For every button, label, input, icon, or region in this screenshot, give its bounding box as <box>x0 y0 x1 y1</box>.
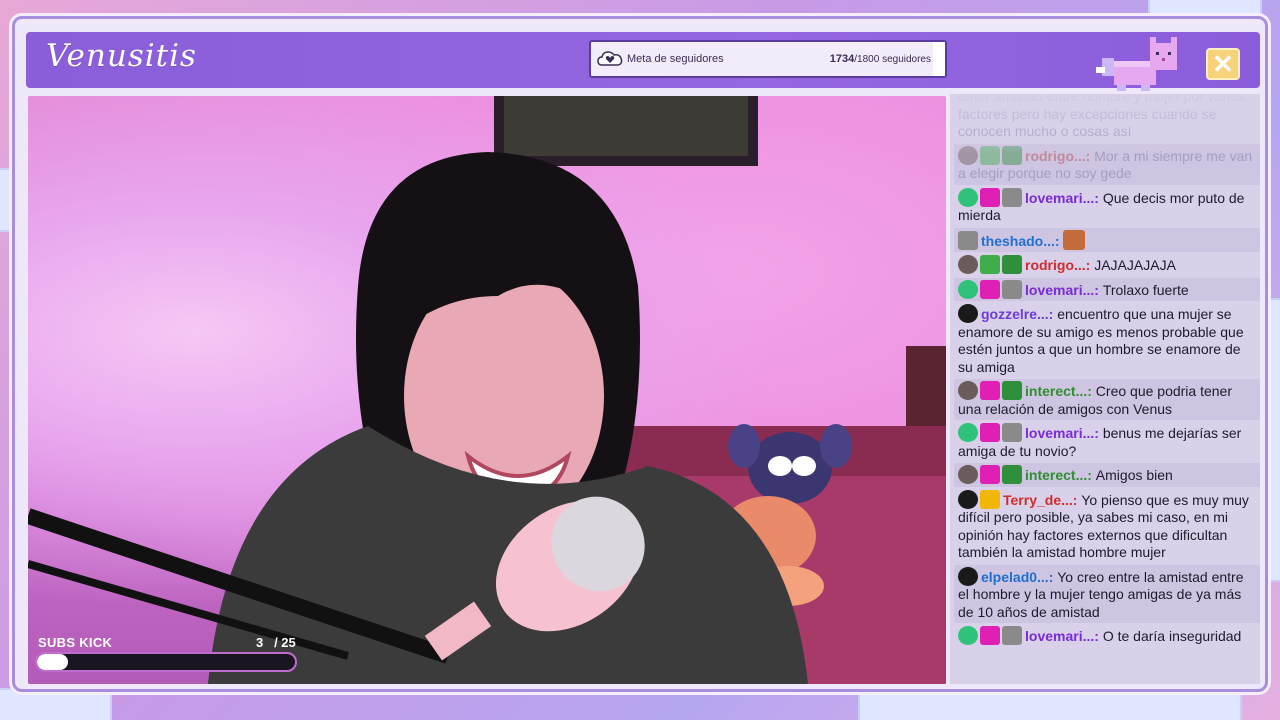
follower-goal-target: /1800 seguidores <box>854 54 931 65</box>
chat-username[interactable]: lovemari...: <box>1025 425 1103 441</box>
person-icon <box>958 187 978 207</box>
chat-badges <box>958 489 1000 509</box>
subs-kick-progress-bar <box>35 652 297 672</box>
chat-username[interactable]: rodrigo...: <box>1025 257 1094 273</box>
chat-username[interactable]: interect...: <box>1025 467 1096 483</box>
chat-username[interactable]: lovemari...: <box>1025 190 1103 206</box>
avatar-icon <box>958 465 978 484</box>
chat-badges <box>958 465 1022 484</box>
follower-goal-label: Meta de seguidores <box>627 53 724 65</box>
raccoon-icon <box>1002 187 1022 207</box>
person-icon <box>958 279 978 299</box>
raccoon-icon <box>1002 279 1022 299</box>
person-dark-icon <box>958 489 978 509</box>
heart-icon <box>980 381 1000 400</box>
chat-username[interactable]: elpelad0...: <box>981 569 1057 585</box>
chat-text: Amigos bien <box>1095 467 1173 483</box>
follower-goal-current: 1734 <box>829 53 855 65</box>
chat-text: tener amistad entre hombre y mujer por v… <box>958 94 1246 139</box>
chat-message: tener amistad entre hombre y mujer por v… <box>954 94 1260 143</box>
emote-icon <box>1063 229 1086 250</box>
chat-badges <box>958 423 1022 442</box>
chat-badges <box>958 304 978 323</box>
webcam-scene <box>28 96 946 684</box>
chat-username[interactable]: lovemari...: <box>1025 628 1103 644</box>
raccoon-icon <box>1002 423 1022 442</box>
chat-message: lovemari...: Trolaxo fuerte <box>954 277 1260 301</box>
follower-goal-remaining-bar <box>933 42 945 76</box>
sword-icon <box>980 255 1000 274</box>
chat-username[interactable]: theshado...: <box>981 233 1063 249</box>
avatar-icon <box>958 255 978 274</box>
chat-badges <box>958 566 978 586</box>
heart-icon <box>980 279 1000 299</box>
pixel-cloud-decoration <box>0 690 110 720</box>
chat-badges <box>958 230 978 250</box>
heart-icon <box>980 465 1000 484</box>
x-icon <box>1002 255 1022 274</box>
pixel-cloud-decoration <box>1268 300 1280 580</box>
chat-message: rodrigo...: JAJAJAJAJA <box>954 253 1260 277</box>
chat-panel: tener amistad entre hombre y mujer por v… <box>950 94 1260 684</box>
pixel-cat-icon <box>1096 37 1177 91</box>
chat-message: theshado...: <box>954 227 1260 252</box>
chat-message: lovemari...: O te daría inseguridad <box>954 624 1260 648</box>
chat-message: elpelad0...: Yo creo entre la amistad en… <box>954 564 1260 623</box>
chat-message: interect...: Amigos bien <box>954 463 1260 487</box>
chat-badges <box>958 145 1022 165</box>
x-icon <box>1002 145 1022 165</box>
x-icon <box>1002 465 1022 484</box>
person-dark-icon <box>958 304 978 323</box>
x-icon <box>1002 381 1022 400</box>
chat-text: Yo pienso que es muy muy difícil pero po… <box>958 491 1249 561</box>
webcam-video <box>28 96 946 684</box>
subs-kick-goal: SUBS KICK 3 / 25 <box>34 632 298 674</box>
chat-text: Trolaxo fuerte <box>1102 281 1189 298</box>
cloud-heart-icon <box>597 49 623 69</box>
person-dark-icon <box>958 566 978 586</box>
heart-icon <box>980 423 1000 442</box>
chat-message: gozzelre...: encuentro que una mujer se … <box>954 302 1260 378</box>
raccoon-icon <box>1002 626 1022 645</box>
chat-badges <box>958 255 1022 274</box>
chat-message: lovemari...: benus me dejarías ser amiga… <box>954 421 1260 462</box>
subs-kick-label: SUBS KICK <box>38 635 113 650</box>
crown-icon <box>980 489 1000 509</box>
chat-badges <box>958 626 1022 645</box>
subs-kick-target: / 25 <box>274 635 296 650</box>
subs-kick-progress-fill <box>37 654 68 670</box>
person-icon <box>958 423 978 442</box>
heart-icon <box>980 626 1000 645</box>
sword-icon <box>980 145 1000 165</box>
chat-username[interactable]: rodrigo...: <box>1025 148 1094 164</box>
subs-kick-current: 3 <box>256 635 264 650</box>
follower-goal-widget: Meta de seguidores 1734/1800 seguidores <box>589 40 947 78</box>
follower-goal-count: 1734/1800 seguidores <box>830 53 931 65</box>
avatar-icon <box>958 145 978 165</box>
pixel-cloud-decoration <box>1150 0 1260 14</box>
chat-username[interactable]: interect...: <box>1025 383 1096 399</box>
chat-username[interactable]: lovemari...: <box>1025 282 1103 298</box>
chat-message: interect...: Creo que podria tener una r… <box>954 379 1260 420</box>
chat-badges <box>958 381 1022 400</box>
heart-icon <box>980 187 1000 207</box>
chat-username[interactable]: gozzelre...: <box>981 306 1057 322</box>
pixel-cloud-decoration <box>0 170 10 230</box>
chat-message: lovemari...: Que decis mor puto de mierd… <box>954 186 1260 227</box>
chat-message: Terry_de...: Yo pienso que es muy muy di… <box>954 488 1260 564</box>
channel-brand: Venusitis <box>46 38 197 74</box>
person-icon <box>958 626 978 645</box>
chat-text: JAJAJAJAJA <box>1094 257 1176 273</box>
close-button[interactable]: ✕ <box>1206 48 1240 80</box>
chat-username[interactable]: Terry_de...: <box>1003 492 1081 508</box>
chat-badges <box>958 187 1022 207</box>
chat-badges <box>958 279 1022 299</box>
subs-kick-count: 3 / 25 <box>256 635 296 650</box>
chat-message-list: tener amistad entre hombre y mujer por v… <box>954 94 1260 648</box>
chat-message: rodrigo...: Mor a mi siempre me van a el… <box>954 143 1260 185</box>
chat-text: O te daría inseguridad <box>1102 628 1242 644</box>
avatar-icon <box>958 381 978 400</box>
raccoon-icon <box>958 230 978 250</box>
